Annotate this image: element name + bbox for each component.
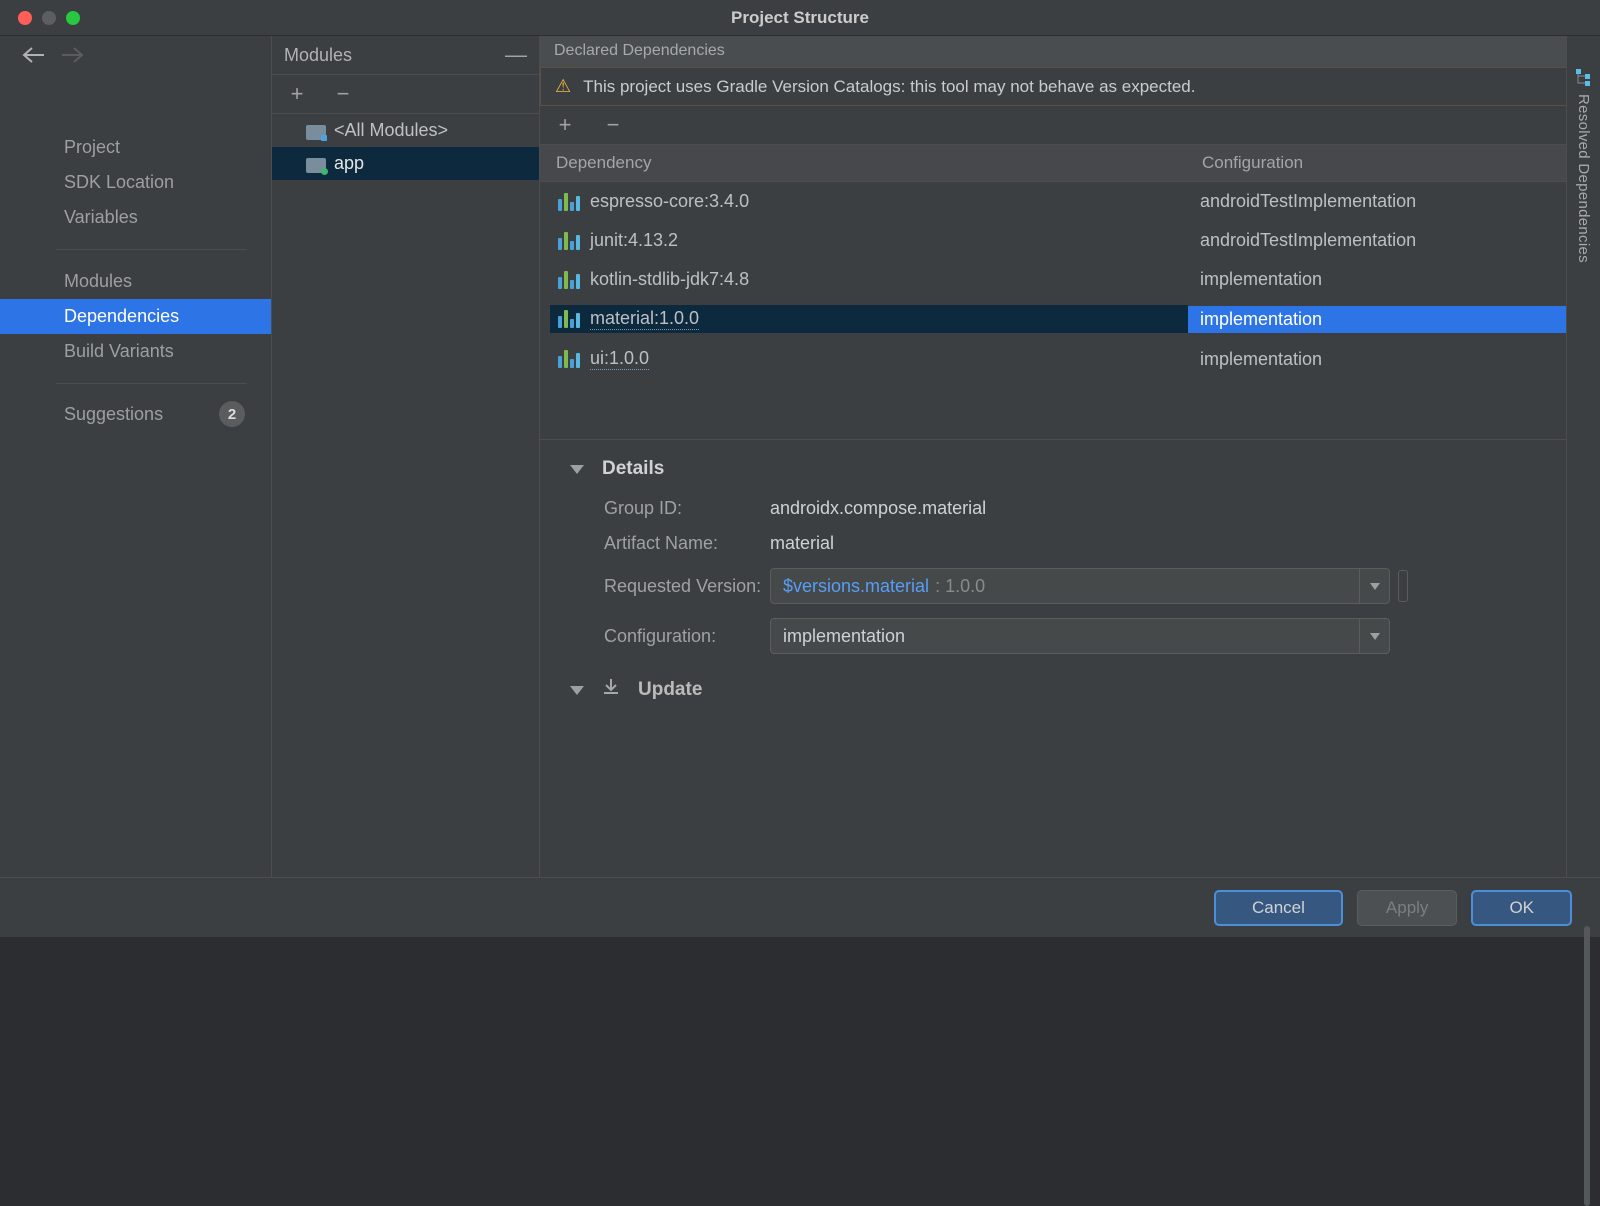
resolved-deps-tab[interactable]: Resolved Dependencies [1566, 36, 1600, 877]
nav-modules[interactable]: Modules [0, 264, 271, 299]
ok-button[interactable]: OK [1471, 890, 1572, 926]
warning-icon: ⚠ [555, 76, 571, 97]
config-label: Configuration: [570, 626, 770, 647]
dep-row-ui[interactable]: ui:1.0.0 implementation [540, 339, 1600, 379]
group-id-label: Group ID: [570, 498, 770, 519]
warning-text: This project uses Gradle Version Catalog… [583, 77, 1195, 97]
modules-header: Modules — [272, 36, 539, 75]
nav-sdk-location[interactable]: SDK Location [0, 165, 271, 200]
library-icon [558, 350, 580, 368]
titlebar: Project Structure [0, 0, 1600, 36]
column-configuration: Configuration [1188, 145, 1600, 181]
remove-dependency-button[interactable]: − [602, 114, 624, 136]
main-content: Project SDK Location Variables Modules D… [0, 36, 1600, 877]
window-controls [0, 11, 80, 25]
add-module-button[interactable]: + [286, 83, 308, 105]
scrollbar[interactable] [1584, 926, 1590, 1206]
chevron-down-icon [570, 686, 584, 695]
column-dependency: Dependency [540, 145, 1188, 181]
add-dependency-button[interactable]: + [554, 114, 576, 136]
nav-build-variants[interactable]: Build Variants [0, 334, 271, 369]
warning-bar: ⚠ This project uses Gradle Version Catal… [540, 67, 1600, 106]
declared-deps-header: Declared Dependencies [540, 36, 1600, 67]
chevron-down-icon [1359, 619, 1389, 653]
suggestions-badge: 2 [219, 401, 245, 427]
library-icon [558, 310, 580, 328]
group-id-value: androidx.compose.material [770, 498, 986, 519]
version-combobox[interactable]: $versions.material : 1.0.0 [770, 568, 1390, 604]
left-sidebar: Project SDK Location Variables Modules D… [0, 36, 272, 877]
dep-row-junit[interactable]: junit:4.13.2 androidTestImplementation [540, 221, 1600, 260]
version-label: Requested Version: [570, 576, 770, 597]
details-pane: Details Group ID: androidx.compose.mater… [540, 439, 1600, 720]
nav-variables[interactable]: Variables [0, 200, 271, 235]
update-section-header[interactable]: Update [570, 678, 1570, 702]
artifact-value: material [770, 533, 834, 554]
window-title: Project Structure [0, 8, 1600, 28]
chevron-down-icon [570, 465, 584, 474]
folder-icon [306, 155, 326, 173]
library-icon [558, 232, 580, 250]
minimize-window-button[interactable] [42, 11, 56, 25]
dialog-footer: Cancel Apply OK [0, 877, 1600, 937]
forward-button[interactable] [62, 46, 84, 70]
dep-row-material[interactable]: material:1.0.0 implementation [540, 299, 1600, 339]
module-all[interactable]: <All Modules> [272, 114, 539, 147]
module-tree: <All Modules> app [272, 114, 539, 877]
collapse-modules-button[interactable]: — [505, 42, 527, 68]
back-button[interactable] [22, 46, 44, 70]
download-icon [602, 678, 620, 702]
nav-separator-2 [56, 383, 247, 384]
tree-icon [1575, 68, 1593, 86]
nav-dependencies[interactable]: Dependencies [0, 299, 271, 334]
chevron-down-icon [1359, 569, 1389, 603]
nav-project[interactable]: Project [0, 130, 271, 165]
modules-panel: Modules — + − <All Modules> app [272, 36, 540, 877]
deps-column-headers: Dependency Configuration [540, 145, 1600, 182]
deps-rows: espresso-core:3.4.0 androidTestImplement… [540, 182, 1600, 379]
nav-separator [56, 249, 247, 250]
dep-row-kotlin[interactable]: kotlin-stdlib-jdk7:4.8 implementation [540, 260, 1600, 299]
center-panel: Declared Dependencies ⚠ This project use… [540, 36, 1600, 877]
dependency-toolbar: + − [540, 106, 1600, 145]
nav-groups: Project SDK Location Variables Modules D… [0, 94, 271, 434]
folder-icon [306, 122, 326, 140]
details-header[interactable]: Details [570, 458, 1570, 480]
apply-button[interactable]: Apply [1357, 890, 1458, 926]
nav-suggestions[interactable]: Suggestions 2 [0, 394, 271, 434]
maximize-window-button[interactable] [66, 11, 80, 25]
remove-module-button[interactable]: − [332, 83, 354, 105]
artifact-label: Artifact Name: [570, 533, 770, 554]
close-window-button[interactable] [18, 11, 32, 25]
configuration-combobox[interactable]: implementation [770, 618, 1390, 654]
modules-toolbar: + − [272, 75, 539, 114]
module-app[interactable]: app [272, 147, 539, 180]
cancel-button[interactable]: Cancel [1214, 890, 1343, 926]
library-icon [558, 271, 580, 289]
nav-history [0, 36, 271, 94]
dep-row-espresso[interactable]: espresso-core:3.4.0 androidTestImplement… [540, 182, 1600, 221]
drag-handle[interactable] [1398, 570, 1408, 602]
library-icon [558, 193, 580, 211]
